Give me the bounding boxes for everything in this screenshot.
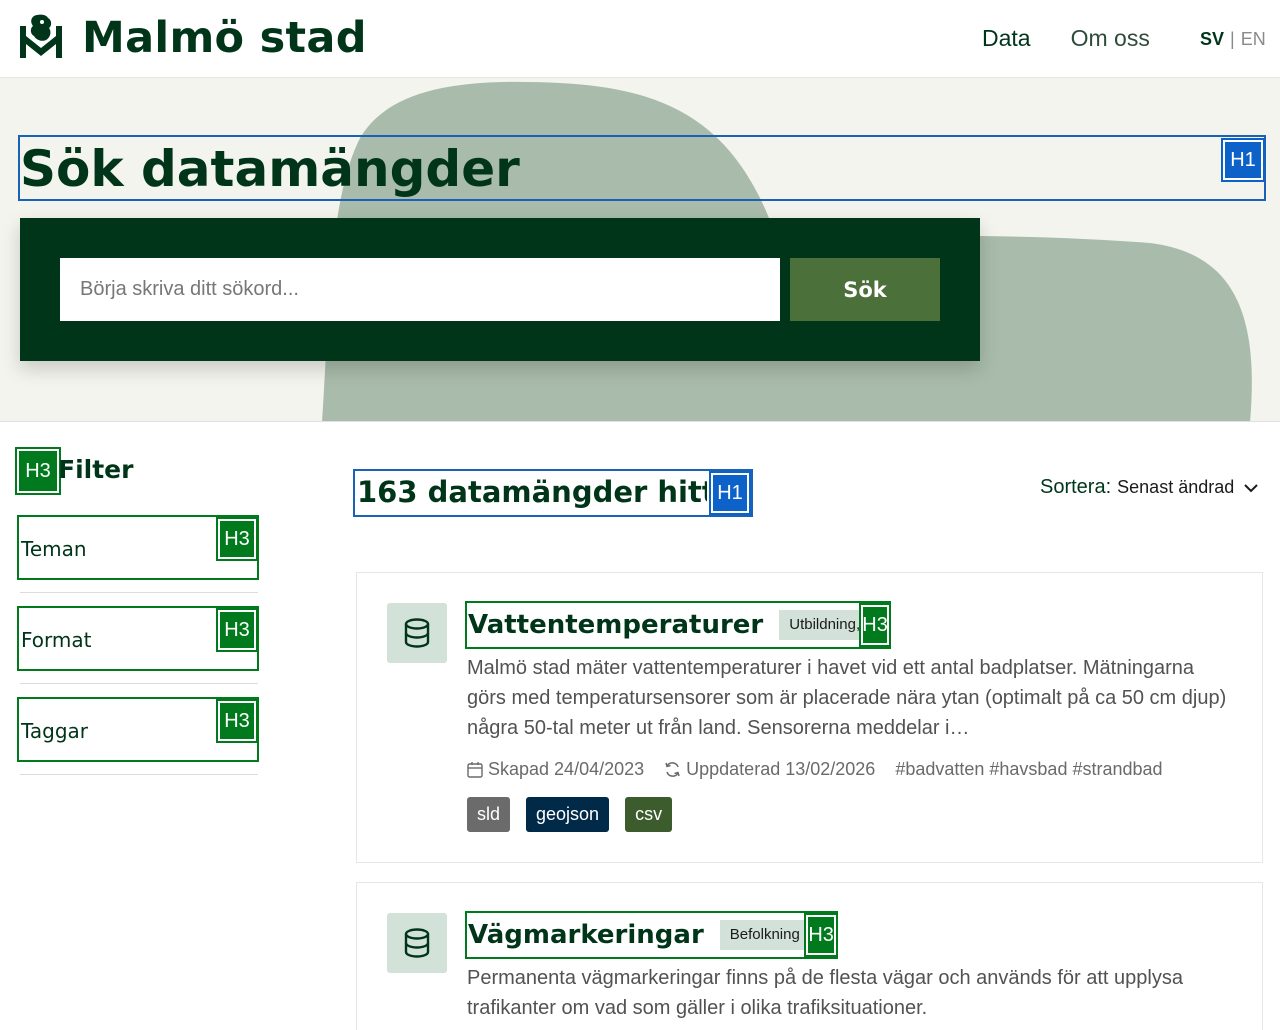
- dataset-title-outline: Vattentemperaturer Utbildning, kultur oc…: [465, 601, 891, 649]
- filter-format-label: Format: [21, 628, 92, 652]
- filter-taggar[interactable]: Taggar H3: [17, 697, 259, 762]
- refresh-icon: [665, 762, 680, 777]
- dataset-description: Malmö stad mäter vattentemperaturer i ha…: [467, 657, 1227, 739]
- format-list: sld geojson csv: [467, 797, 673, 832]
- dataset-tags: #badvatten #havsbad #strandbad: [895, 759, 1163, 779]
- logo-text: Malmö stad: [82, 13, 367, 63]
- dataset-title-outline: Vägmarkeringar Befolkning och samhälle H…: [465, 911, 838, 959]
- nav-data[interactable]: Data: [982, 25, 1031, 52]
- filter-divider: [20, 774, 258, 775]
- database-icon: [387, 603, 447, 663]
- filter-taggar-badge: H3: [216, 699, 258, 743]
- filter-teman-badge: H3: [216, 517, 258, 561]
- filter-title: Filter: [58, 455, 134, 484]
- filter-divider: [20, 683, 258, 684]
- dataset-card[interactable]: Vattentemperaturer Utbildning, kultur oc…: [356, 572, 1263, 863]
- results-count-badge: H1: [709, 471, 751, 515]
- database-icon: [387, 913, 447, 973]
- site-header: Malmö stad Data Om oss SV | EN: [0, 0, 1280, 78]
- created-date: Skapad 24/04/2023: [467, 759, 644, 780]
- lang-separator: |: [1230, 29, 1235, 49]
- sort-label: Sortera:: [1040, 476, 1112, 498]
- language-switch: SV | EN: [1200, 29, 1266, 50]
- search-panel: Sök: [20, 218, 980, 361]
- dataset-title[interactable]: Vattentemperaturer: [468, 610, 763, 640]
- filter-format-badge: H3: [216, 608, 258, 652]
- dataset-title[interactable]: Vägmarkeringar: [468, 920, 704, 950]
- dataset-meta: Skapad 24/04/2023 Uppdaterad 13/02/2026 …: [467, 759, 1183, 780]
- filter-divider: [20, 592, 258, 593]
- sort-value: Senast ändrad: [1117, 477, 1235, 497]
- filter-teman-label: Teman: [21, 537, 87, 561]
- filter-format[interactable]: Format H3: [17, 606, 259, 671]
- dataset-title-badge: H3: [859, 603, 891, 647]
- search-button[interactable]: Sök: [790, 258, 940, 321]
- theme-tag: Befolkning och samhälle: [719, 920, 807, 950]
- dataset-title-badge: H3: [804, 913, 838, 957]
- search-input[interactable]: [60, 258, 780, 321]
- theme-tag: Utbildning, kultur och sport: [779, 610, 862, 640]
- filter-taggar-label: Taggar: [21, 719, 89, 743]
- main-nav: Data Om oss: [982, 25, 1150, 52]
- filter-heading-badge: H3: [15, 447, 61, 495]
- format-badge-csv[interactable]: csv: [625, 797, 673, 832]
- calendar-icon: [467, 762, 483, 778]
- nav-om-oss[interactable]: Om oss: [1071, 25, 1150, 52]
- lang-en[interactable]: EN: [1241, 29, 1266, 49]
- sort-control[interactable]: Sortera: Senast ändrad: [1040, 476, 1258, 499]
- results-count-outline: 163 datamängder hittades H1: [353, 469, 753, 517]
- dataset-description: Permanenta vägmarkeringar finns på de fl…: [467, 967, 1183, 1019]
- heading-badge-h1: H1: [1221, 138, 1265, 182]
- format-badge-sld[interactable]: sld: [467, 797, 511, 832]
- updated-date: Uppdaterad 13/02/2026: [664, 759, 875, 780]
- lang-sv[interactable]: SV: [1200, 29, 1224, 49]
- site-logo[interactable]: Malmö stad: [20, 14, 367, 62]
- format-badge-geojson[interactable]: geojson: [526, 797, 610, 832]
- filter-teman[interactable]: Teman H3: [17, 515, 259, 580]
- results-count: 163 datamängder hittades: [357, 475, 707, 509]
- dataset-card[interactable]: Vägmarkeringar Befolkning och samhälle H…: [356, 882, 1263, 1030]
- created-text: Skapad 24/04/2023: [488, 759, 645, 779]
- chevron-down-icon: [1244, 483, 1258, 492]
- updated-text: Uppdaterad 13/02/2026: [686, 759, 876, 779]
- page-title: Sök datamängder: [20, 140, 520, 198]
- malmo-crest-icon: [20, 14, 62, 58]
